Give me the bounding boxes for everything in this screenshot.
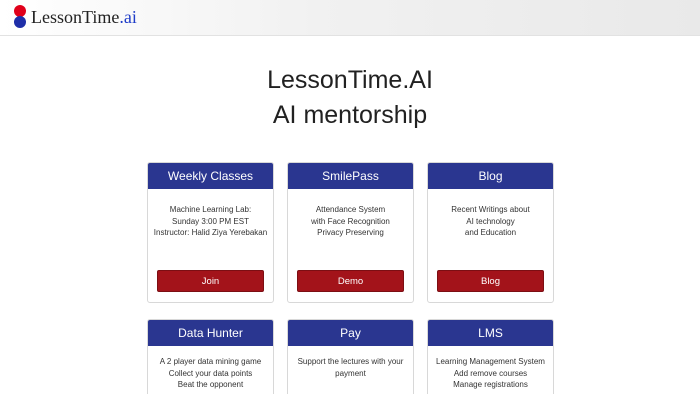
logo-blue-dot xyxy=(14,16,26,28)
card-line: Sunday 3:00 PM EST xyxy=(172,216,249,226)
logo-icon[interactable] xyxy=(13,5,27,29)
card-line: A 2 player data mining game xyxy=(159,357,262,366)
brand-name: LessonTime xyxy=(31,7,120,27)
navbar: LessonTime.ai xyxy=(0,0,700,36)
card-description: Support the lectures with your payment xyxy=(288,346,413,379)
card-line: Collect your data points xyxy=(168,368,253,378)
join-button[interactable]: Join xyxy=(157,270,264,292)
hero-subtitle: AI mentorship xyxy=(272,101,428,129)
card-title: SmilePass xyxy=(288,163,413,189)
card-line: Beat the opponent xyxy=(177,380,244,389)
card-blog: Blog Recent Writings about AI technology… xyxy=(427,162,554,303)
card-line: Learning Management System xyxy=(436,357,545,366)
card-line: Support the lectures with your xyxy=(297,357,404,366)
hero-title: LessonTime.AI xyxy=(267,66,433,94)
card-lms: LMS Learning Management System Add remov… xyxy=(427,319,554,394)
card-line: Instructor: Halid Ziya Yerebakan xyxy=(153,228,268,237)
card-smilepass: SmilePass Attendance System with Face Re… xyxy=(287,162,414,303)
card-line: Manage registrations xyxy=(453,380,528,389)
card-line: Privacy Preserving xyxy=(317,228,384,237)
card-description: Machine Learning Lab: Sunday 3:00 PM EST… xyxy=(148,189,273,239)
card-pay: Pay Support the lectures with your payme… xyxy=(287,319,414,394)
card-title: LMS xyxy=(428,320,553,346)
card-title: Weekly Classes xyxy=(148,163,273,189)
card-line: with Face Recognition xyxy=(311,216,390,226)
blog-button[interactable]: Blog xyxy=(437,270,544,292)
brand-link[interactable]: LessonTime.ai xyxy=(31,7,137,28)
card-title: Blog xyxy=(428,163,553,189)
card-title: Pay xyxy=(288,320,413,346)
card-description: A 2 player data mining game Collect your… xyxy=(148,346,273,391)
card-description: Learning Management System Add remove co… xyxy=(428,346,553,391)
card-line: Recent Writings about xyxy=(451,205,530,214)
brand-suffix: .ai xyxy=(119,7,137,27)
demo-button[interactable]: Demo xyxy=(297,270,404,292)
card-line: Attendance System xyxy=(315,205,386,214)
card-line: AI technology xyxy=(466,216,515,226)
card-description: Attendance System with Face Recognition … xyxy=(288,189,413,239)
card-line: Add remove courses xyxy=(453,368,528,378)
card-description: Recent Writings about AI technology and … xyxy=(428,189,553,239)
card-weekly-classes: Weekly Classes Machine Learning Lab: Sun… xyxy=(147,162,274,303)
card-line: and Education xyxy=(464,228,517,237)
card-line: Machine Learning Lab: xyxy=(169,205,252,214)
card-title: Data Hunter xyxy=(148,320,273,346)
card-data-hunter: Data Hunter A 2 player data mining game … xyxy=(147,319,274,394)
card-line: payment xyxy=(335,368,366,378)
